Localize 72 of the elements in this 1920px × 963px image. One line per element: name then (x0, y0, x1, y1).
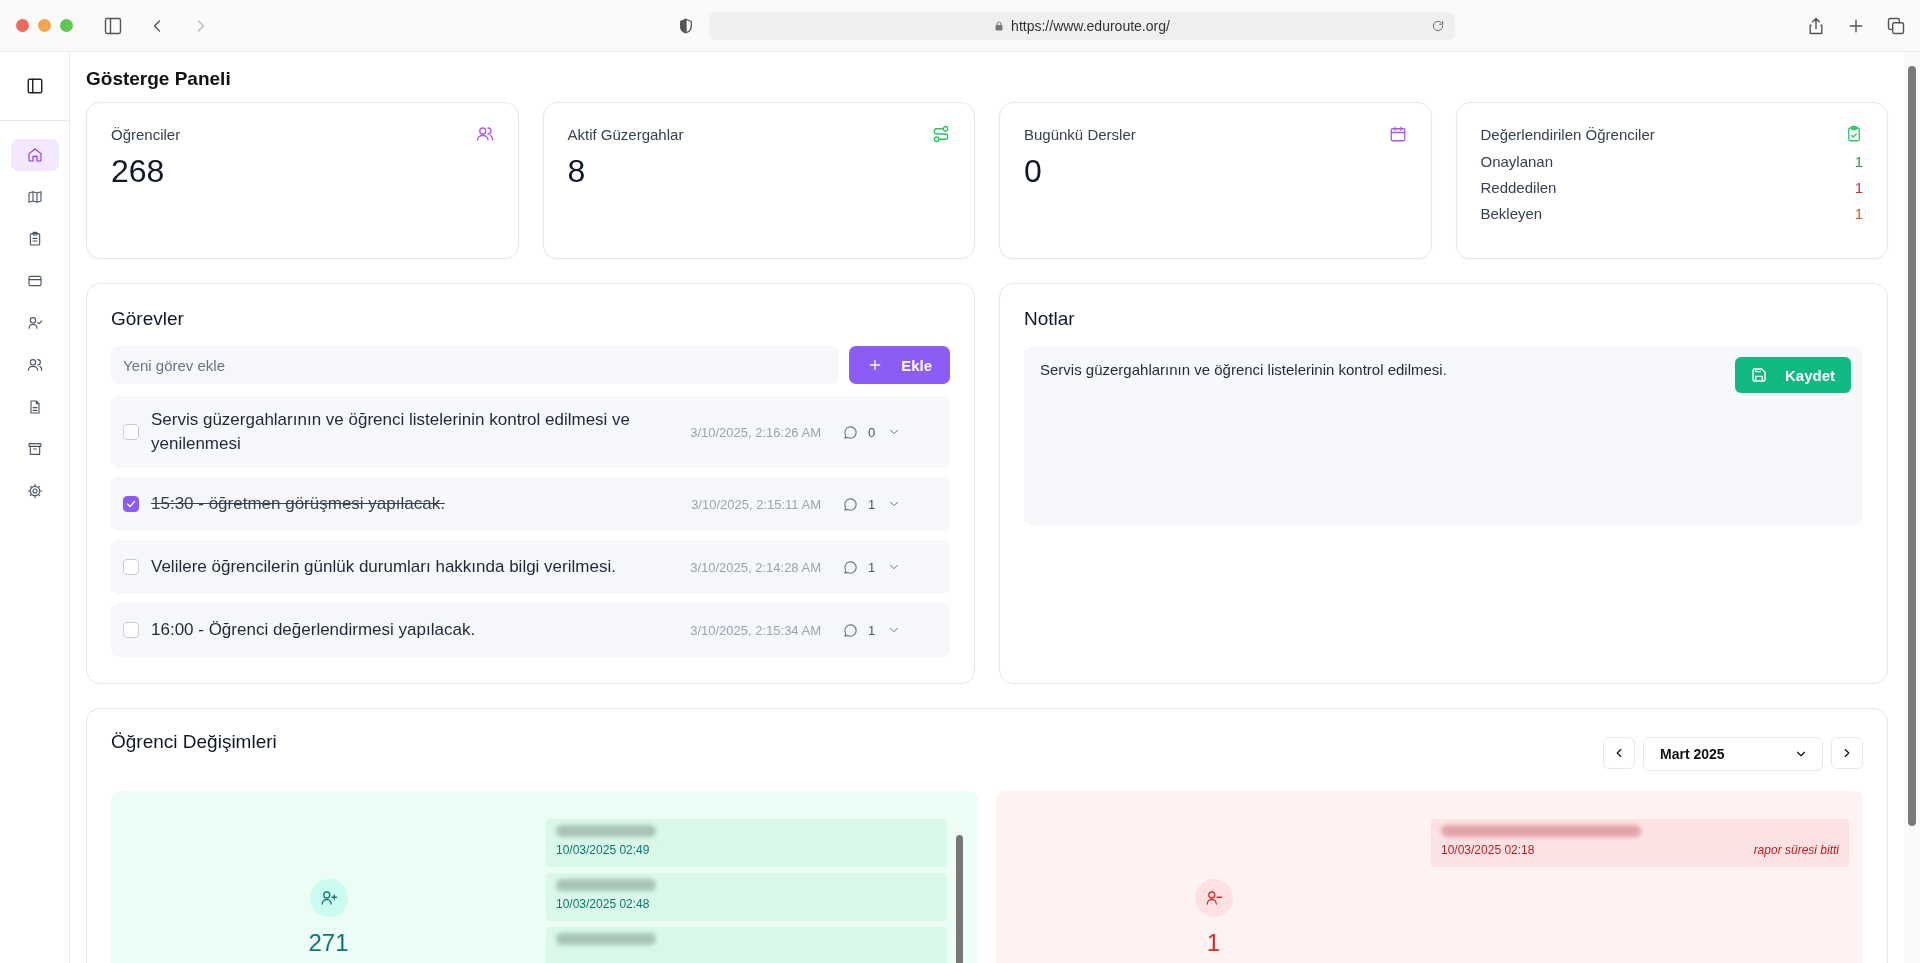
task-timestamp: 3/10/2025, 2:15:34 AM (689, 622, 821, 638)
sidebar-toggle-icon (25, 77, 44, 95)
checkbox[interactable] (123, 622, 139, 638)
add-button[interactable]: Ekle (849, 346, 950, 384)
change-reason: rapor süresi bitti (1753, 843, 1839, 858)
status-label: Onaylanan (1480, 153, 1554, 170)
task-text: 15:30 - öğretmen görüşmesi yapılacak. (151, 493, 446, 515)
checkbox[interactable] (123, 424, 139, 440)
scrollbar[interactable] (1904, 52, 1920, 963)
status-count: 1 (1854, 205, 1863, 222)
panel-title: Görevler (111, 308, 185, 330)
share-icon (1806, 15, 1826, 36)
stat-label: Bugünkü Dersler (1024, 125, 1136, 143)
comment-count: 1 (868, 559, 876, 575)
task-timestamp: 3/10/2025, 2:15:11 AM (690, 496, 821, 512)
close-window-button[interactable] (16, 19, 29, 32)
comment-icon (843, 622, 858, 638)
checkbox[interactable] (123, 496, 139, 512)
change-date: 10/03/2025 02:18 (1441, 843, 1535, 858)
task-text: 16:00 - Öğrenci değerlendirmesi yapılacak. (151, 619, 477, 641)
status-count: 1 (1854, 153, 1863, 170)
map-icon (26, 189, 43, 205)
change-count: 1 (1206, 929, 1221, 958)
reload-icon (1430, 18, 1445, 33)
zoom-window-button[interactable] (60, 19, 73, 32)
stat-label: Öğrenciler (111, 125, 181, 143)
tabs-overview-icon (1886, 15, 1906, 36)
sidebar-toggle-icon (103, 15, 123, 36)
task-timestamp: 3/10/2025, 2:14:28 AM (689, 559, 821, 575)
comment-icon (843, 424, 858, 440)
panel-title: Öğrenci Değişimleri (111, 731, 277, 754)
address-bar[interactable]: https://www.eduroute.org/ (708, 11, 1455, 40)
check-icon (125, 498, 137, 510)
clipboard-check-icon (1845, 125, 1863, 143)
archive-box-icon (26, 441, 43, 457)
stat-value: 8 (567, 153, 587, 190)
calendar-icon (1388, 125, 1407, 143)
page-title: Gösterge Paneli (86, 68, 232, 90)
route-icon (932, 125, 950, 143)
change-date: 10/03/2025 02:49 (556, 843, 650, 858)
stat-value: 268 (111, 153, 166, 190)
user-minus-icon (1194, 879, 1233, 918)
stat-label: Değerlendirilen Öğrenciler (1480, 125, 1655, 143)
stat-value: 0 (1024, 153, 1043, 190)
status-label: Bekleyen (1480, 205, 1543, 222)
comment-icon (843, 559, 858, 575)
save-icon (1750, 367, 1767, 383)
settings-icon (26, 483, 43, 499)
new-task-input[interactable]: Yeni görev ekle (111, 346, 840, 384)
change-date: 10/03/2025 02:48 (556, 897, 650, 912)
task-timestamp: 3/10/2025, 2:16:26 AM (689, 424, 821, 440)
month-select[interactable]: Mart 2025 (1643, 737, 1823, 772)
comment-count: 1 (868, 622, 876, 638)
house-icon (26, 147, 43, 163)
panel-title: Notlar (1024, 308, 1076, 330)
users-icon (26, 357, 43, 373)
user-plus-icon (309, 879, 348, 918)
status-count: 1 (1854, 179, 1863, 196)
minimize-window-button[interactable] (38, 19, 51, 32)
lock-icon (993, 19, 1006, 32)
comment-count: 1 (868, 496, 876, 512)
task-text: Velilere öğrencilerin günlük durumları hakkında bilgi verilmesi. (151, 556, 617, 578)
comment-count: 0 (868, 424, 876, 440)
credit-card-icon (26, 273, 43, 289)
checkbox[interactable] (123, 559, 139, 575)
users-icon (475, 125, 494, 143)
task-text: Servis güzergahlarının ve öğrenci listelerinin kontrol edilmesi ve yenilenmesi (151, 409, 632, 455)
comment-icon (843, 496, 858, 512)
stat-label: Aktif Güzergahlar (567, 125, 684, 143)
user-check-icon (26, 315, 43, 331)
status-label: Reddedilen (1480, 179, 1557, 196)
change-count: 271 (308, 929, 349, 958)
